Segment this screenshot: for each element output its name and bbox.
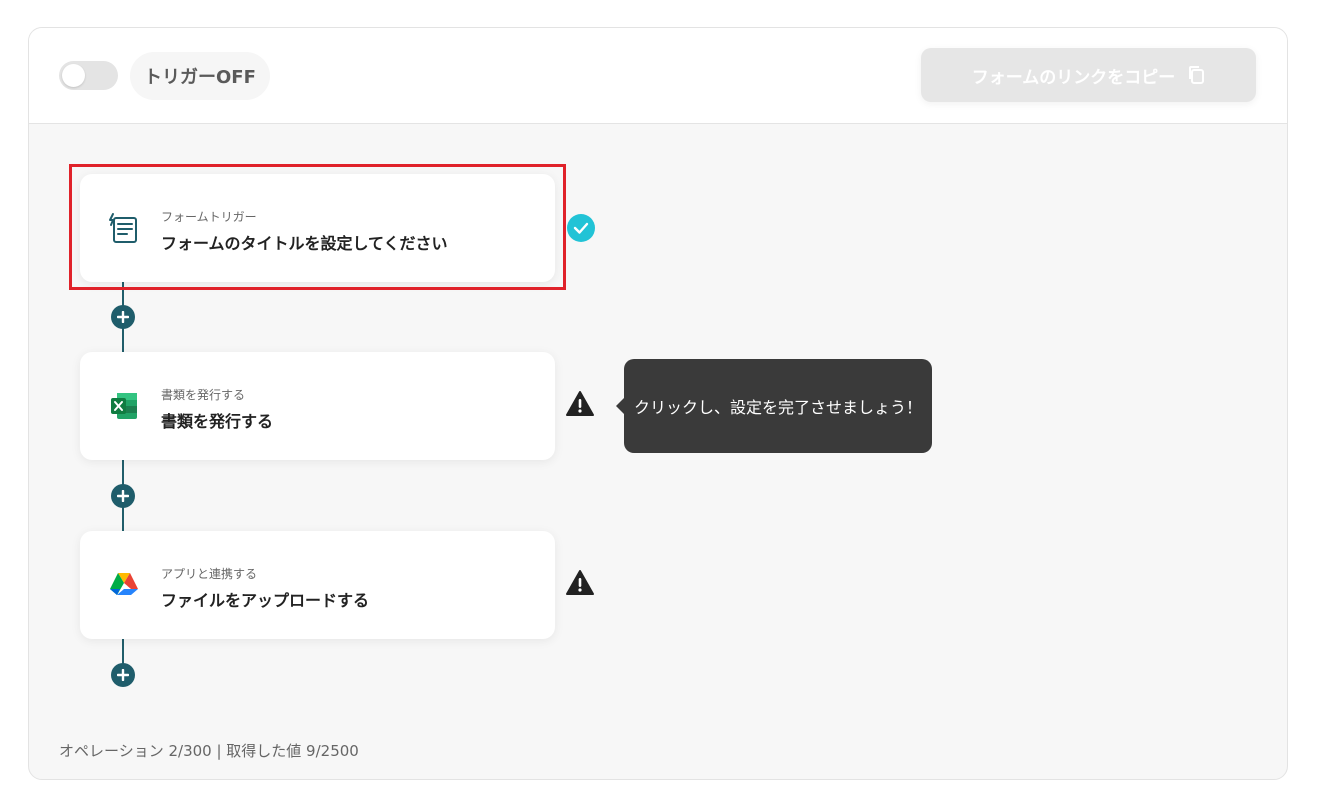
plus-icon <box>117 669 129 681</box>
warning-icon <box>565 389 595 419</box>
plus-icon <box>117 311 129 323</box>
selection-highlight <box>69 164 566 290</box>
check-icon <box>566 213 596 243</box>
tooltip-text: クリックし、設定を完了させましょう！ <box>633 398 922 417</box>
header-bar: トリガーOFF フォームのリンクをコピー <box>29 28 1287 124</box>
step-title: 書類を発行する <box>161 412 274 431</box>
copy-form-link-button[interactable]: フォームのリンクをコピー <box>921 48 1256 102</box>
setup-tooltip: クリックし、設定を完了させましょう！ <box>616 359 932 453</box>
copy-form-link-label: フォームのリンクをコピー <box>971 67 1176 88</box>
add-step-button[interactable] <box>111 663 135 687</box>
google-drive-icon <box>107 568 141 602</box>
step-card-upload-file[interactable]: アプリと連携する ファイルをアップロードする <box>80 531 555 639</box>
add-step-button[interactable] <box>111 484 135 508</box>
warning-icon <box>565 568 595 598</box>
step-card-issue-document[interactable]: 書類を発行する 書類を発行する <box>80 352 555 460</box>
usage-footer: オペレーション 2/300 | 取得した値 9/2500 <box>59 742 359 760</box>
tooltip-arrow <box>616 398 624 414</box>
step-subtitle: アプリと連携する <box>161 567 258 581</box>
step-subtitle: 書類を発行する <box>161 388 246 402</box>
add-step-button[interactable] <box>111 305 135 329</box>
flow-editor-panel: トリガーOFF フォームのリンクをコピー フォームトリガー フォームのタイトルを… <box>28 27 1288 780</box>
plus-icon <box>117 490 129 502</box>
step-title: ファイルをアップロードする <box>161 591 370 610</box>
trigger-toggle[interactable] <box>59 61 118 90</box>
toggle-knob <box>62 64 85 87</box>
trigger-status-label: トリガーOFF <box>130 52 270 100</box>
excel-icon <box>107 389 141 423</box>
copy-icon <box>1187 65 1205 85</box>
